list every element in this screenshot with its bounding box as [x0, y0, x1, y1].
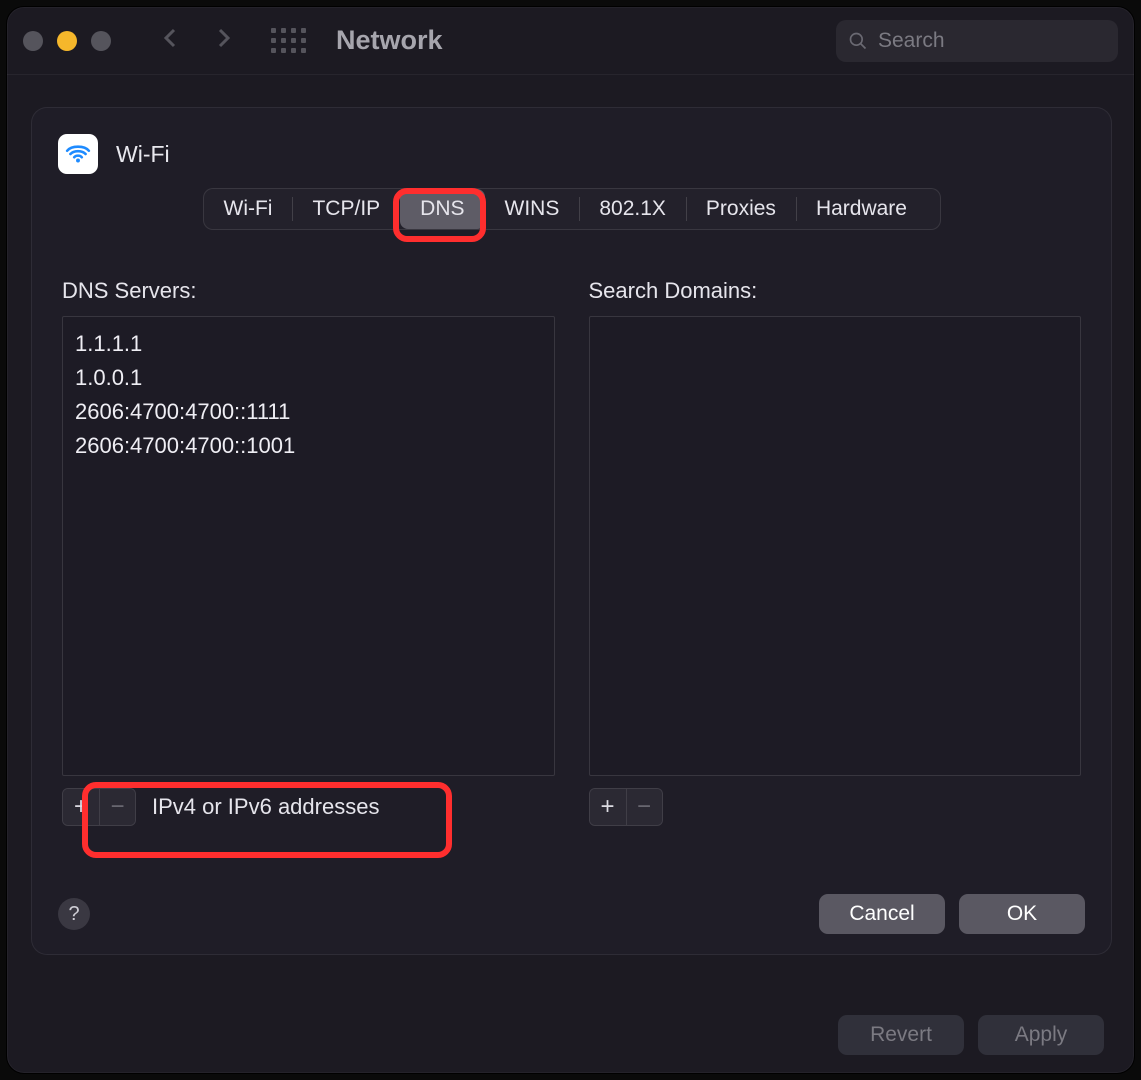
search-field[interactable]: Search	[836, 20, 1118, 62]
tab-wifi[interactable]: Wi-Fi	[204, 189, 293, 229]
tab-wins[interactable]: WINS	[485, 189, 580, 229]
dns-server-row[interactable]: 1.0.0.1	[75, 361, 542, 395]
dns-server-row[interactable]: 2606:4700:4700::1111	[75, 395, 542, 429]
back-button[interactable]	[159, 26, 183, 56]
tab-hardware[interactable]: Hardware	[796, 189, 927, 229]
sheet-footer: ? Cancel OK	[58, 894, 1085, 934]
dns-servers-controls: + − IPv4 or IPv6 addresses	[62, 788, 555, 826]
interface-name: Wi-Fi	[116, 141, 170, 168]
dns-server-row[interactable]: 1.1.1.1	[75, 327, 542, 361]
dns-hint: IPv4 or IPv6 addresses	[152, 794, 379, 820]
nav-arrows	[159, 26, 235, 56]
search-domains-label: Search Domains:	[589, 278, 1082, 304]
dns-columns: DNS Servers: 1.1.1.1 1.0.0.1 2606:4700:4…	[58, 278, 1085, 826]
tab-tcpip[interactable]: TCP/IP	[292, 189, 400, 229]
search-placeholder: Search	[878, 29, 945, 53]
search-domains-add-remove-group: + −	[589, 788, 663, 826]
tab-dns[interactable]: DNS	[400, 189, 484, 229]
network-advanced-sheet: Wi-Fi Wi-Fi TCP/IP DNS WINS 802.1X Proxi…	[31, 107, 1112, 955]
help-button[interactable]: ?	[58, 898, 90, 930]
system-preferences-window: Network Search Wi-Fi Wi-Fi TCP/IP DNS W	[6, 6, 1135, 1074]
ok-button[interactable]: OK	[959, 894, 1085, 934]
revert-button[interactable]: Revert	[838, 1015, 964, 1055]
apply-button[interactable]: Apply	[978, 1015, 1104, 1055]
titlebar: Network Search	[7, 7, 1134, 75]
tab-proxies[interactable]: Proxies	[686, 189, 796, 229]
advanced-tabs: Wi-Fi TCP/IP DNS WINS 802.1X Proxies Har…	[203, 188, 941, 230]
dns-servers-list[interactable]: 1.1.1.1 1.0.0.1 2606:4700:4700::1111 260…	[62, 316, 555, 776]
cancel-button[interactable]: Cancel	[819, 894, 945, 934]
search-icon	[848, 31, 868, 51]
dns-add-remove-group: + −	[62, 788, 136, 826]
sheet-header: Wi-Fi	[58, 134, 1085, 174]
zoom-window-button[interactable]	[91, 31, 111, 51]
remove-search-domain-button[interactable]: −	[626, 789, 662, 825]
wifi-icon	[58, 134, 98, 174]
search-domains-list[interactable]	[589, 316, 1082, 776]
dns-servers-column: DNS Servers: 1.1.1.1 1.0.0.1 2606:4700:4…	[62, 278, 555, 826]
add-dns-server-button[interactable]: +	[63, 789, 99, 825]
close-window-button[interactable]	[23, 31, 43, 51]
forward-button[interactable]	[211, 26, 235, 56]
remove-dns-server-button[interactable]: −	[99, 789, 135, 825]
dns-servers-label: DNS Servers:	[62, 278, 555, 304]
window-controls	[23, 31, 111, 51]
show-all-icon[interactable]	[271, 28, 306, 53]
outer-footer: Revert Apply	[838, 1015, 1104, 1055]
search-domains-column: Search Domains: + −	[589, 278, 1082, 826]
minimize-window-button[interactable]	[57, 31, 77, 51]
tab-8021x[interactable]: 802.1X	[579, 189, 686, 229]
add-search-domain-button[interactable]: +	[590, 789, 626, 825]
window-title: Network	[336, 25, 443, 56]
dns-server-row[interactable]: 2606:4700:4700::1001	[75, 429, 542, 463]
search-domains-controls: + −	[589, 788, 1082, 826]
